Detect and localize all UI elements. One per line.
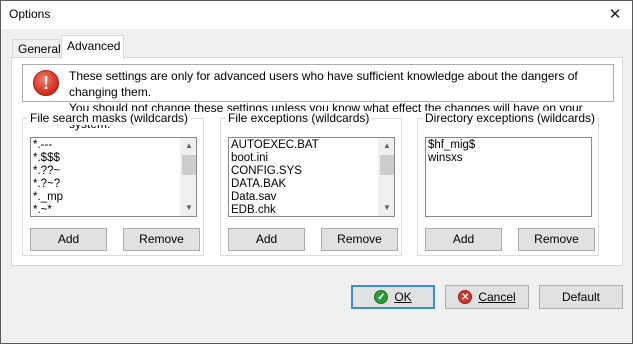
scrollbar[interactable]: ▲ ▼: [378, 138, 394, 216]
advanced-panel: ! These settings are only for advanced u…: [11, 57, 623, 266]
warning-icon: !: [33, 70, 59, 96]
file-exceptions-label: File exceptions (wildcards): [226, 111, 372, 125]
list-item[interactable]: *._mp: [33, 191, 63, 204]
scrollbar[interactable]: ▲ ▼: [180, 138, 196, 216]
options-window: Options ✕ General Advanced ! These setti…: [0, 0, 633, 344]
list-item[interactable]: *.$$$: [33, 152, 63, 165]
tab-advanced[interactable]: Advanced: [61, 35, 124, 59]
search-masks-label: File search masks (wildcards): [28, 111, 191, 125]
list-item[interactable]: *.??~: [33, 165, 63, 178]
tab-general[interactable]: General: [12, 39, 61, 58]
file-exceptions-group: File exceptions (wildcards) AUTOEXEC.BAT…: [220, 111, 402, 256]
list-item[interactable]: AUTOEXEC.BAT: [231, 139, 319, 152]
search-masks-remove-button[interactable]: Remove: [123, 228, 200, 251]
cancel-button[interactable]: ✕ Cancel: [445, 285, 529, 309]
scroll-thumb[interactable]: [380, 155, 394, 175]
dir-exceptions-group: Directory exceptions (wildcards) $hf_mig…: [417, 111, 599, 256]
scroll-down-icon[interactable]: ▼: [181, 200, 196, 216]
cancel-icon: ✕: [458, 289, 473, 304]
dir-exceptions-add-button[interactable]: Add: [425, 228, 502, 251]
file-exceptions-remove-button[interactable]: Remove: [321, 228, 398, 251]
list-item[interactable]: boot.ini: [231, 152, 319, 165]
file-exceptions-add-button[interactable]: Add: [228, 228, 305, 251]
scroll-thumb[interactable]: [182, 155, 196, 175]
ok-button[interactable]: ✓ OK: [351, 285, 435, 309]
scroll-down-icon[interactable]: ▼: [379, 200, 394, 216]
dir-exceptions-list[interactable]: $hf_mig$ winsxs: [425, 137, 592, 217]
default-button[interactable]: Default: [539, 285, 623, 309]
search-masks-add-button[interactable]: Add: [30, 228, 107, 251]
scroll-up-icon[interactable]: ▲: [181, 138, 196, 154]
list-item[interactable]: EDB.chk: [231, 204, 319, 216]
dir-exceptions-label: Directory exceptions (wildcards): [423, 111, 598, 125]
window-title: Options: [9, 7, 51, 21]
warning-box: ! These settings are only for advanced u…: [22, 64, 614, 131]
search-masks-list[interactable]: *.--- *.$$$ *.??~ *.?~? *._mp *.~* ▲ ▼: [30, 137, 197, 217]
scroll-up-icon[interactable]: ▲: [379, 138, 394, 154]
cancel-label: Cancel: [478, 290, 516, 304]
list-item[interactable]: *.?~?: [33, 178, 63, 191]
close-icon[interactable]: ✕: [598, 1, 632, 29]
list-item[interactable]: CONFIG.SYS: [231, 165, 319, 178]
list-item[interactable]: winsxs: [428, 152, 475, 165]
file-exceptions-list[interactable]: AUTOEXEC.BAT boot.ini CONFIG.SYS DATA.BA…: [228, 137, 395, 217]
check-icon: ✓: [374, 289, 389, 304]
list-item[interactable]: DATA.BAK: [231, 178, 319, 191]
warning-line-1: These settings are only for advanced use…: [69, 69, 578, 99]
dir-exceptions-remove-button[interactable]: Remove: [518, 228, 595, 251]
list-item[interactable]: *.---: [33, 139, 63, 152]
ok-label: OK: [394, 290, 412, 304]
list-item[interactable]: Data.sav: [231, 191, 319, 204]
search-masks-group: File search masks (wildcards) *.--- *.$$…: [22, 111, 204, 256]
list-item[interactable]: $hf_mig$: [428, 139, 475, 152]
title-bar: Options ✕: [1, 1, 632, 29]
list-item[interactable]: *.~*: [33, 204, 63, 216]
